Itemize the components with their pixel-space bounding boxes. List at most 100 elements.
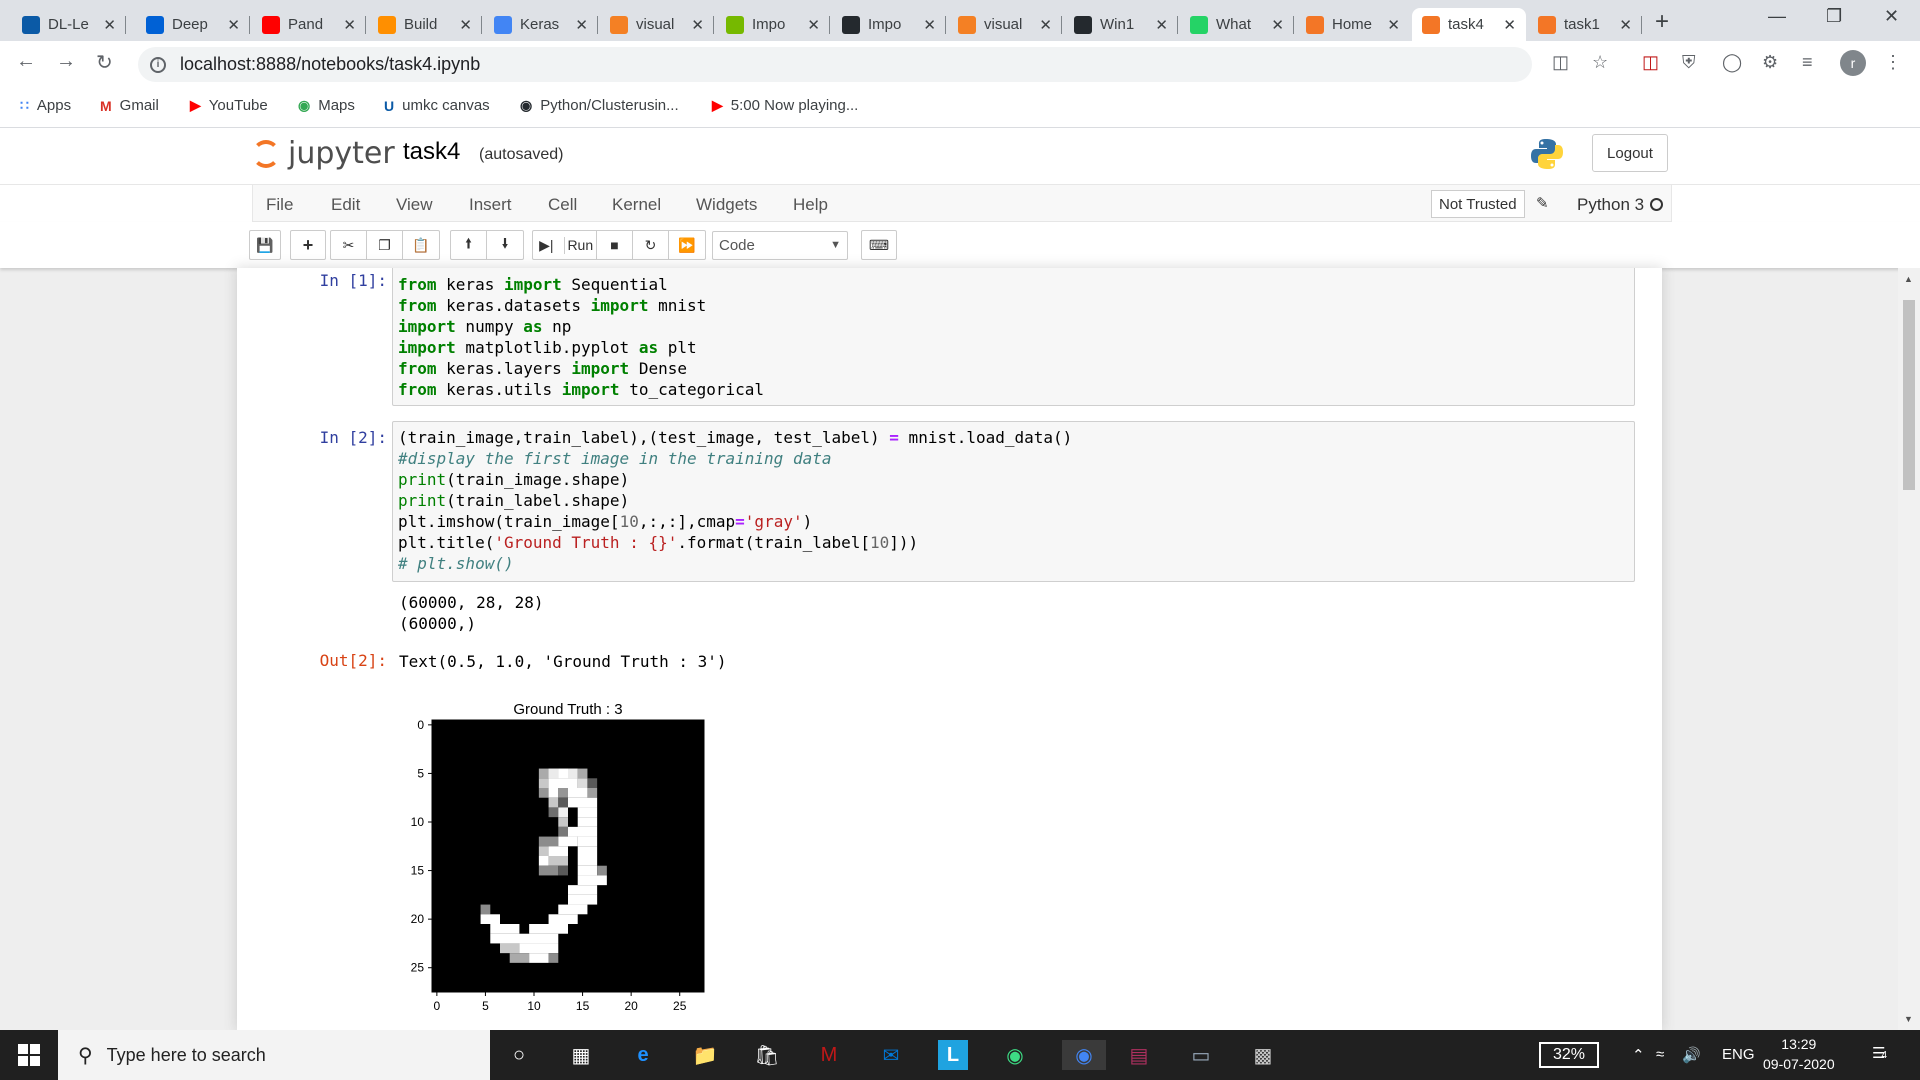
- cell2-input[interactable]: (train_image,train_label),(test_image, t…: [392, 421, 1635, 582]
- browser-tab[interactable]: DL-Le ✕: [12, 8, 126, 41]
- scroll-up-icon[interactable]: ▲: [1904, 274, 1913, 284]
- reload-icon[interactable]: ↻: [96, 50, 113, 75]
- browser-tab[interactable]: Home ✕: [1296, 8, 1410, 41]
- browser-tab[interactable]: task4 ✕: [1412, 8, 1526, 41]
- bookmark-gmail[interactable]: M Gmail: [100, 97, 159, 114]
- close-tab-icon[interactable]: ✕: [343, 16, 356, 34]
- logout-button[interactable]: Logout: [1592, 134, 1668, 172]
- cell1-input[interactable]: from keras import Sequential from keras.…: [392, 268, 1635, 406]
- clock[interactable]: 13:29 09-07-2020: [1763, 1034, 1835, 1074]
- close-tab-icon[interactable]: ✕: [459, 16, 472, 34]
- copy-button[interactable]: ❐: [367, 231, 403, 259]
- mcafee-extension-icon[interactable]: ◫: [1642, 52, 1659, 73]
- browser-tab[interactable]: Pand ✕: [252, 8, 366, 41]
- start-button[interactable]: [0, 1030, 58, 1080]
- run-button[interactable]: ▶| Run: [533, 231, 597, 259]
- store-icon[interactable]: 🛍: [752, 1040, 782, 1070]
- mail-icon[interactable]: ✉: [876, 1040, 906, 1070]
- command-palette-button[interactable]: ⌨: [861, 230, 897, 260]
- menu-cell[interactable]: Cell: [548, 195, 577, 215]
- location-app-icon[interactable]: ◉: [1000, 1040, 1030, 1070]
- chrome-icon[interactable]: ◉: [1062, 1040, 1106, 1070]
- minimize-icon[interactable]: —: [1768, 6, 1786, 27]
- close-tab-icon[interactable]: ✕: [575, 16, 588, 34]
- close-tab-icon[interactable]: ✕: [1039, 16, 1052, 34]
- browser-tab[interactable]: visual ✕: [948, 8, 1062, 41]
- scrollbar-thumb[interactable]: [1903, 300, 1915, 490]
- volume-icon[interactable]: 🔊: [1682, 1046, 1701, 1064]
- browser-tab[interactable]: task1 ✕: [1528, 8, 1642, 41]
- close-tab-icon[interactable]: ✕: [807, 16, 820, 34]
- close-tab-icon[interactable]: ✕: [1271, 16, 1284, 34]
- paste-button[interactable]: 📋: [403, 231, 439, 259]
- profile-avatar[interactable]: r: [1840, 50, 1866, 76]
- browser-tab[interactable]: visual ✕: [600, 8, 714, 41]
- jupyter-logo[interactable]: jupyter: [252, 136, 395, 171]
- close-tab-icon[interactable]: ✕: [923, 16, 936, 34]
- extension-icon[interactable]: ◯: [1722, 52, 1742, 73]
- bookmark-star-icon[interactable]: ☆: [1592, 52, 1608, 73]
- bookmark-youtube[interactable]: ▶ YouTube: [190, 97, 268, 114]
- not-trusted-button[interactable]: Not Trusted: [1431, 190, 1525, 218]
- insert-cell-button[interactable]: +: [290, 230, 326, 260]
- cortana-icon[interactable]: ○: [504, 1040, 534, 1070]
- restart-button[interactable]: ↻: [633, 231, 669, 259]
- notifications-icon[interactable]: ☰4: [1872, 1044, 1887, 1062]
- close-tab-icon[interactable]: ✕: [227, 16, 240, 34]
- edit-pencil-icon[interactable]: ✎: [1536, 194, 1549, 212]
- edge-icon[interactable]: e: [628, 1040, 658, 1070]
- cell-type-select[interactable]: Code ▼: [712, 231, 848, 260]
- scroll-down-icon[interactable]: ▼: [1904, 1014, 1913, 1024]
- shield-extension-icon[interactable]: ⛨: [1682, 52, 1696, 73]
- close-tab-icon[interactable]: ✕: [1155, 16, 1168, 34]
- interrupt-button[interactable]: ■: [597, 231, 633, 259]
- move-down-button[interactable]: 🠛: [487, 231, 523, 259]
- menu-help[interactable]: Help: [793, 195, 828, 215]
- browser-tab[interactable]: Deep ✕: [136, 8, 250, 41]
- back-icon[interactable]: ←: [16, 50, 36, 73]
- close-window-icon[interactable]: ✕: [1884, 6, 1899, 27]
- winrar-icon[interactable]: ▤: [1124, 1040, 1154, 1070]
- close-tab-icon[interactable]: ✕: [691, 16, 704, 34]
- puzzle-extensions-icon[interactable]: ⚙: [1762, 52, 1778, 73]
- mcafee-icon[interactable]: M: [814, 1040, 844, 1070]
- battery-indicator[interactable]: 32%: [1539, 1042, 1599, 1068]
- move-up-button[interactable]: 🠙: [451, 231, 487, 259]
- bookmark-apps[interactable]: ∷ Apps: [20, 97, 71, 114]
- chrome-menu-icon[interactable]: ⋮: [1884, 52, 1902, 73]
- restart-run-all-button[interactable]: ⏩: [669, 231, 705, 259]
- close-tab-icon[interactable]: ✕: [1387, 16, 1400, 34]
- forward-icon[interactable]: →: [56, 50, 76, 73]
- browser-tab[interactable]: Keras ✕: [484, 8, 598, 41]
- close-tab-icon[interactable]: ✕: [103, 16, 116, 34]
- browser-tab[interactable]: Build ✕: [368, 8, 482, 41]
- maximize-icon[interactable]: ❐: [1826, 6, 1842, 27]
- browser-tab[interactable]: Impo ✕: [832, 8, 946, 41]
- media-control-icon[interactable]: ≡: [1802, 52, 1813, 73]
- terminal-icon[interactable]: ▩: [1248, 1040, 1278, 1070]
- browser-tab[interactable]: What ✕: [1180, 8, 1294, 41]
- menu-view[interactable]: View: [396, 195, 433, 215]
- show-hidden-icons-icon[interactable]: ⌃: [1632, 1046, 1645, 1064]
- menu-widgets[interactable]: Widgets: [696, 195, 757, 215]
- close-tab-icon[interactable]: ✕: [1503, 16, 1516, 34]
- notes-app-icon[interactable]: ▭: [1186, 1040, 1216, 1070]
- save-button[interactable]: 💾: [249, 230, 281, 260]
- menu-insert[interactable]: Insert: [469, 195, 512, 215]
- bookmark-umkc-canvas[interactable]: Uumkc canvas: [384, 97, 490, 114]
- bookmark-now-playing[interactable]: ▶ 5:00 Now playing...: [712, 97, 858, 114]
- menu-file[interactable]: File: [266, 195, 293, 215]
- bookmark-maps[interactable]: ◉ Maps: [298, 97, 355, 114]
- notebook-name[interactable]: task4: [403, 138, 460, 166]
- url-input[interactable]: i localhost:8888/notebooks/task4.ipynb: [138, 47, 1532, 82]
- info-icon[interactable]: i: [150, 56, 166, 73]
- taskbar-search[interactable]: ⚲ Type here to search: [58, 1030, 490, 1080]
- cut-button[interactable]: ✂: [331, 231, 367, 259]
- task-view-icon[interactable]: ▦: [566, 1040, 596, 1070]
- translate-icon[interactable]: ◫: [1552, 52, 1569, 73]
- menu-kernel[interactable]: Kernel: [612, 195, 661, 215]
- page-scrollbar[interactable]: ▲ ▼: [1898, 268, 1920, 1030]
- bookmark-python-cluster[interactable]: ◉ Python/Clusterusin...: [520, 97, 679, 114]
- language-indicator[interactable]: ENG: [1722, 1046, 1755, 1063]
- close-tab-icon[interactable]: ✕: [1619, 16, 1632, 34]
